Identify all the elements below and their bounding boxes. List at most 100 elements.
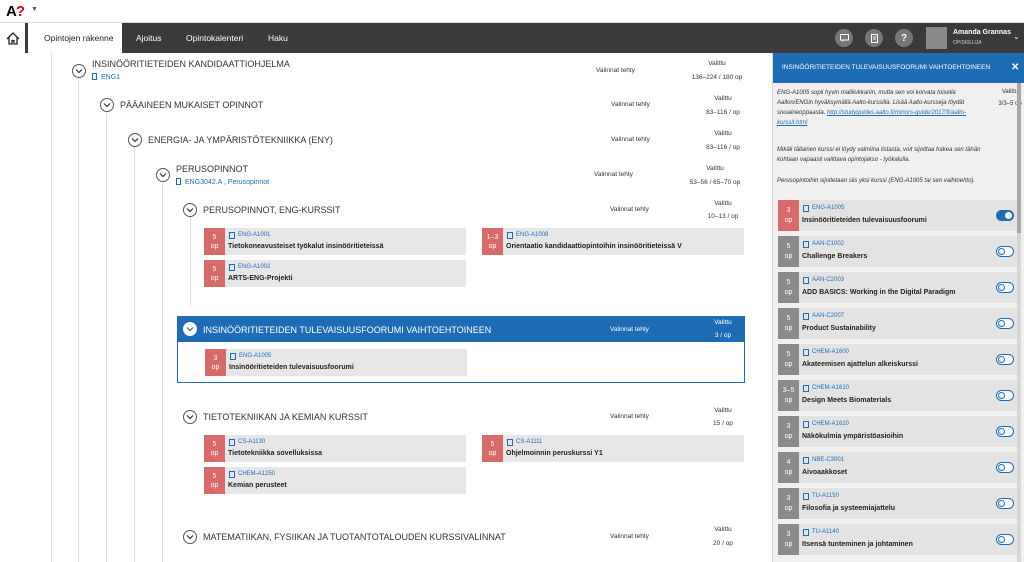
section-title[interactable]: ENERGIA- JA YMPÄRISTÖTEKNIIKKA (ENY) (148, 135, 333, 145)
section-credits: 83–116 / op (706, 144, 740, 151)
course-credits: 3 op (778, 200, 799, 231)
help-icon[interactable]: ? (895, 29, 913, 47)
course-code[interactable]: TU-A1150 (812, 493, 839, 499)
course-toggle-switch[interactable] (996, 246, 1014, 257)
course-credits: 3 op (205, 349, 226, 376)
collapse-toggle[interactable] (183, 410, 197, 424)
tab-haku[interactable]: Haku (268, 23, 288, 53)
panel-course-card[interactable]: 3 op TU-A1140 Itsensä tunteminen ja johtami… (778, 524, 1019, 555)
panel-course-card[interactable]: 4 op NBE-C3001 Aivoaakkoset (778, 452, 1019, 483)
course-credits: 5 op (778, 236, 799, 267)
course-toggle-switch[interactable] (996, 534, 1014, 545)
collapse-toggle[interactable] (72, 64, 86, 78)
course-toggle-switch[interactable] (996, 390, 1014, 401)
document-icon[interactable] (865, 29, 883, 47)
course-toggle-switch[interactable] (996, 318, 1014, 329)
switch-knob (998, 536, 1005, 543)
course-code[interactable]: CS-A1130 (238, 439, 265, 445)
course-code[interactable]: CHEM-A1250 (238, 471, 275, 477)
course-credits: 3 op (778, 416, 799, 447)
chat-icon[interactable] (835, 29, 853, 47)
panel-course-card[interactable]: 3 op ENG-A1005 Insinööritieteiden tulevaisu… (778, 200, 1019, 231)
section-title[interactable]: TIETOTEKNIIKAN JA KEMIAN KURSSIT (203, 412, 368, 422)
course-name: Design Meets Biomaterials (802, 397, 892, 404)
panel-course-card[interactable]: 5 op AAN-C1002 Challenge Breakers (778, 236, 1019, 267)
course-code[interactable]: CHEM-A1600 (812, 349, 849, 355)
document-icon (803, 457, 809, 464)
panel-description: Mikäli tällainen kurssi ei löydy valmiin… (777, 147, 981, 163)
course-card[interactable]: 3 op ENG-A1005 Insinööritieteiden tulevai… (205, 349, 467, 376)
course-code[interactable]: NBE-C3001 (812, 457, 844, 463)
section-title[interactable]: MATEMATIIKAN, FYSIIKAN JA TUOTANTOTALOUD… (203, 532, 506, 542)
course-code[interactable]: AAN-C1002 (812, 241, 844, 247)
scrollbar-thumb[interactable] (1017, 83, 1021, 233)
course-code[interactable]: AAN-C2007 (812, 313, 844, 319)
course-code[interactable]: CHEM-A1610 (812, 385, 849, 391)
panel-course-card[interactable]: 3 op TU-A1150 Filosofia ja systeemiajattelu (778, 488, 1019, 519)
home-button[interactable] (0, 23, 25, 53)
course-card[interactable]: 5 op CS-A1130 Tietotekniikka sovelluksiss… (204, 435, 466, 462)
course-toggle-switch[interactable] (996, 354, 1014, 365)
course-name: Insinööritieteiden tulevaisuusfoorumi (229, 364, 354, 371)
panel-course-card[interactable]: 5 op AAN-C2007 Product Sustainability (778, 308, 1019, 339)
section-code[interactable]: ENG1 (92, 73, 120, 81)
document-icon (803, 529, 809, 536)
section-title[interactable]: INSINÖÖRITIETEIDEN KANDIDAATTIOHJELMA (92, 59, 290, 69)
section-title[interactable]: PERUSOPINNOT, ENG-KURSSIT (203, 205, 341, 215)
course-card[interactable]: 5 op CS-A1111 Ohjelmoinnin peruskurssi Y1 (482, 435, 744, 462)
course-toggle-switch[interactable] (996, 498, 1014, 509)
chevron-down-icon (186, 208, 194, 213)
course-code[interactable]: ENG-A1002 (238, 264, 270, 270)
avatar[interactable] (926, 27, 947, 49)
section-title[interactable]: INSINÖÖRITIETEIDEN TULEVAISUUSFOORUMI VA… (203, 325, 491, 335)
section-code[interactable]: ENG3042.A , Perusopinnot (176, 178, 269, 186)
collapse-toggle[interactable] (156, 168, 170, 182)
section-title[interactable]: PÄÄAINEEN MUKAISET OPINNOT (120, 100, 263, 110)
close-icon[interactable]: ✕ (1011, 62, 1019, 73)
tab-ajoitus[interactable]: Ajoitus (136, 23, 162, 53)
course-card[interactable]: 5 op ENG-A1002 ARTS-ENG-Projekti (204, 260, 466, 287)
course-card[interactable]: 5 op CHEM-A1250 Kemian perusteet (204, 467, 466, 494)
aalto-logo[interactable]: A? (6, 3, 25, 20)
section-title[interactable]: PERUSOPINNOT (176, 164, 248, 174)
course-code[interactable]: ENG-A1001 (238, 232, 270, 238)
collapse-toggle[interactable] (183, 530, 197, 544)
chevron-down-icon (131, 138, 139, 143)
course-toggle-switch[interactable] (996, 426, 1014, 437)
section-selected-label: Valittu (714, 319, 732, 326)
panel-course-card[interactable]: 5 op CHEM-A1600 Akateemisen ajattelun alkei… (778, 344, 1019, 375)
course-code[interactable]: CS-A1111 (516, 439, 542, 445)
course-code[interactable]: ENG-A1008 (516, 232, 548, 238)
course-code[interactable]: TU-A1140 (812, 529, 839, 535)
chevron-down-icon[interactable]: ⌄ (1013, 32, 1020, 41)
panel-course-card[interactable]: 5 op AAN-C2003 ADD BASICS: Working in the D… (778, 272, 1019, 303)
course-card[interactable]: 5 op ENG-A1001 Tietokoneavusteiset työkal… (204, 228, 466, 255)
course-toggle-switch[interactable] (996, 462, 1014, 473)
collapse-toggle[interactable] (183, 203, 197, 217)
tab-opintojen-rakenne[interactable]: Opintojen rakenne (28, 23, 122, 53)
tree-guide-line (106, 113, 107, 562)
section-status: Valinnat tehty (610, 326, 649, 333)
course-credits: 3–5 op (778, 380, 799, 411)
collapse-toggle[interactable] (128, 133, 142, 147)
selected-section[interactable]: INSINÖÖRITIETEIDEN TULEVAISUUSFOORUMI VA… (177, 316, 745, 383)
document-icon (176, 178, 181, 185)
panel-scrollbar[interactable] (1017, 83, 1021, 562)
chevron-down-icon[interactable]: ▼ (31, 6, 38, 13)
course-card[interactable]: 1–3 op ENG-A1008 Orientaatio kandidaattio… (482, 228, 744, 255)
course-code[interactable]: ENG-A1005 (812, 205, 844, 211)
panel-course-card[interactable]: 3–5 op CHEM-A1610 Design Meets Biomaterials (778, 380, 1019, 411)
course-code[interactable]: CHEM-A1620 (812, 421, 849, 427)
tab-opintokalenteri[interactable]: Opintokalenteri (186, 23, 243, 53)
collapse-toggle[interactable] (100, 98, 114, 112)
section-credits: 3 / op (714, 332, 732, 339)
collapse-toggle[interactable] (183, 322, 197, 336)
course-toggle-switch[interactable] (996, 210, 1014, 221)
course-code[interactable]: ENG-A1005 (239, 353, 271, 359)
course-credits: 5 op (204, 228, 225, 255)
section-credits: 10–13 / op (707, 213, 739, 220)
course-toggle-switch[interactable] (996, 282, 1014, 293)
course-code[interactable]: AAN-C2003 (812, 277, 844, 283)
document-icon (803, 493, 809, 500)
panel-course-card[interactable]: 3 op CHEM-A1620 Näkökulmia ympäristöasioihi… (778, 416, 1019, 447)
